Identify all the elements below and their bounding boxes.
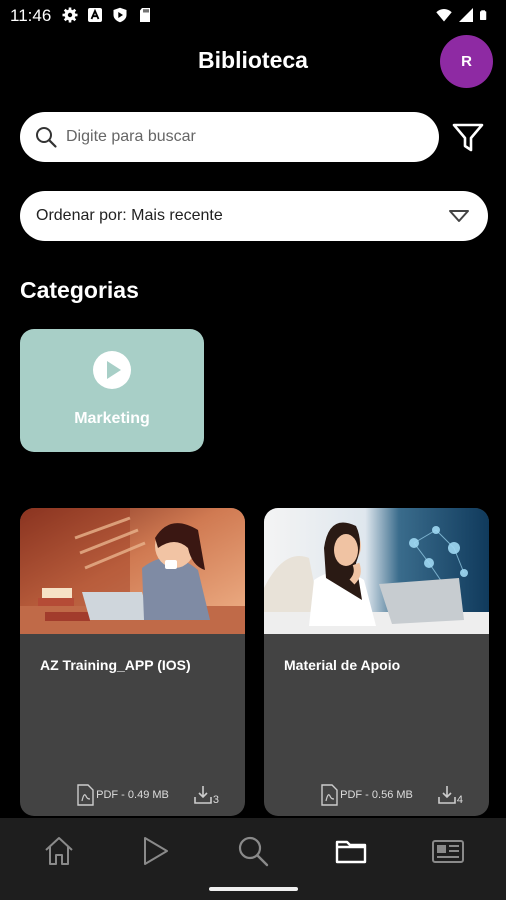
battery-icon [480,10,487,20]
search-bar [20,112,439,162]
card-meta: PDF - 0.56 MB 4 [264,784,489,806]
shield-icon [113,7,127,23]
home-indicator[interactable] [209,887,298,891]
file-info: PDF - 0.49 MB [75,784,169,806]
card-thumbnail-study [20,508,245,634]
status-time: 11:46 [10,6,52,25]
wifi-icon [436,9,452,22]
download-icon [194,786,212,804]
chevron-down-icon [449,210,469,222]
pdf-file-icon [321,784,338,806]
settings-icon [62,7,78,23]
avatar[interactable]: R [440,35,493,88]
status-left-icons [62,7,153,23]
sd-card-icon [140,8,150,22]
category-card-marketing[interactable]: Marketing [20,329,204,452]
categories-title: Categorias [20,277,139,303]
download-count: 4 [437,784,463,806]
sort-dropdown[interactable]: Ordenar por: Mais recente [20,191,488,241]
sort-label: Ordenar por: Mais recente [36,207,223,224]
file-info: PDF - 0.56 MB [319,784,413,806]
news-icon [432,840,464,863]
folder-icon [335,840,367,864]
download-count-text: 4 [456,794,463,806]
search-icon [36,127,57,148]
pdf-file-icon [77,784,94,806]
card-title: AZ Training_APP (IOS) [40,657,191,673]
home-icon [45,837,73,865]
file-info-text: PDF - 0.49 MB [96,789,169,801]
card-thumbnail-laptop [264,508,489,634]
nav-library[interactable] [334,834,368,868]
signal-icon [459,8,473,22]
a-box-icon [88,8,102,22]
download-icon [438,786,456,804]
status-right-icons [436,7,490,23]
nav-videos[interactable] [138,834,172,868]
play-icon [144,837,168,865]
category-label: Marketing [74,410,150,427]
nav-news[interactable] [431,834,465,868]
file-info-text: PDF - 0.56 MB [340,789,413,801]
content-card[interactable]: AZ Training_APP (IOS) PDF - 0.49 MB 3 [20,508,245,816]
status-bar: 11:46 [0,0,506,32]
nav-home[interactable] [42,834,76,868]
download-count-text: 3 [212,794,219,806]
card-meta: PDF - 0.49 MB 3 [20,784,245,806]
page-title: Biblioteca [198,47,308,73]
filter-icon[interactable] [451,120,485,154]
nav-search[interactable] [236,834,270,868]
play-circle-icon [93,351,131,389]
search-icon [238,836,269,867]
download-count: 3 [193,784,219,806]
card-title: Material de Apoio [284,657,401,673]
search-input[interactable] [66,128,386,146]
content-card[interactable]: Material de Apoio PDF - 0.56 MB 4 [264,508,489,816]
